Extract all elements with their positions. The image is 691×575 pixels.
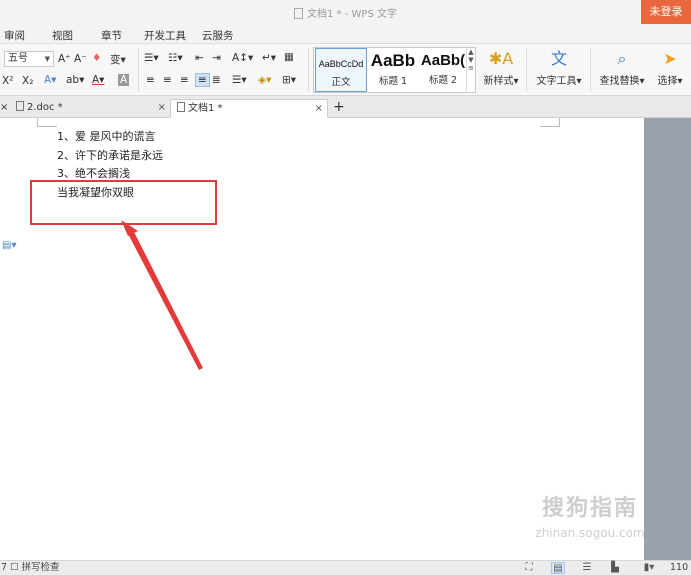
outline-view-icon[interactable]: ☰ — [580, 562, 594, 574]
menu-bar: 审阅 视图 章节 开发工具 云服务 — [0, 24, 691, 44]
spellcheck-toggle[interactable]: ☐ 拼写检查 — [10, 561, 60, 575]
subscript-icon[interactable]: X₂ — [22, 75, 33, 87]
justify-icon[interactable]: ≡ — [195, 73, 210, 87]
ribbon-toolbar: 五号 ▼ A⁺ A⁻ ♦ 变▾ X² X₂ A▾ ab▾ A▾ A ☰▾ ☷▾ … — [0, 44, 691, 96]
tab-label: 2.doc * — [27, 102, 63, 113]
document-icon — [16, 101, 24, 111]
document-icon — [294, 8, 304, 19]
document-icon — [177, 102, 185, 112]
style-name: 正文 — [331, 77, 351, 88]
bullet-list-icon[interactable]: ☰▾ — [144, 52, 159, 64]
decrease-indent-icon[interactable]: ⇤ — [195, 52, 204, 64]
fullscreen-view-icon[interactable]: ⛶ — [522, 562, 536, 574]
grow-font-icon[interactable]: A⁺ — [58, 53, 71, 65]
cursor-icon: ➤ — [663, 49, 677, 68]
superscript-icon[interactable]: X² — [2, 75, 13, 87]
status-bar: 7 ☐ 拼写检查 ⛶ ▤ ☰ ▙ ▮▾ 110 — [0, 560, 691, 575]
tab-doc-2[interactable]: 2.doc * × — [10, 99, 170, 118]
close-icon[interactable]: × — [315, 100, 323, 118]
spellcheck-label: 拼写检查 — [21, 562, 60, 573]
tab-label: 文档1 * — [188, 103, 223, 114]
ribbon-separator — [590, 48, 591, 92]
style-heading-2[interactable]: AaBb( 标题 2 — [419, 48, 467, 92]
menu-review[interactable]: 审阅 — [4, 28, 25, 43]
align-left-icon[interactable]: ≡ — [146, 74, 155, 86]
table-icon[interactable]: ▦ — [284, 51, 294, 63]
new-tab-icon[interactable]: + — [333, 99, 345, 118]
style-name: 标题 1 — [378, 76, 408, 87]
watermark-url: zhinan.sogou.com — [535, 526, 644, 540]
ribbon-separator — [308, 48, 309, 92]
ribbon-separator — [526, 48, 527, 92]
tab-close-fragment[interactable]: × — [0, 99, 8, 118]
side-panel — [644, 118, 691, 560]
align-center-icon[interactable]: ≡ — [163, 74, 172, 86]
style-preview: AaBbCcDd — [318, 59, 364, 69]
font-size-value: 五号 — [8, 53, 28, 64]
char-shading-icon[interactable]: A — [118, 74, 130, 86]
menu-chapter[interactable]: 章节 — [101, 28, 122, 43]
style-name: 标题 2 — [428, 75, 458, 86]
new-style-icon: ✱A — [488, 49, 514, 68]
clear-format-icon[interactable]: ♦ — [92, 52, 101, 64]
login-button[interactable]: 未登录 — [641, 0, 691, 24]
find-replace-icon: ⌕ — [617, 49, 627, 68]
style-preview: AaBb( — [420, 52, 466, 69]
increase-indent-icon[interactable]: ⇥ — [212, 52, 221, 64]
text-tools-label: 文字工具 — [536, 76, 577, 87]
page-indicator: 7 — [1, 562, 8, 573]
find-replace-button[interactable]: ⌕ 查找替换▾ — [597, 49, 647, 87]
menu-view[interactable]: 视图 — [52, 28, 73, 43]
phonetic-guide-icon[interactable]: 变▾ — [110, 52, 126, 67]
text-tools-button[interactable]: 文 文字工具▾ — [534, 49, 584, 87]
style-preview: AaBb — [370, 51, 416, 70]
text-tools-icon: 文 — [550, 49, 567, 68]
watermark-main: 搜狗指南 — [541, 496, 638, 521]
align-right-icon[interactable]: ≡ — [180, 74, 189, 86]
window-title-text: 文档1 * - WPS 文字 — [307, 9, 397, 20]
borders-icon[interactable]: ⊞▾ — [282, 74, 296, 86]
document-tab-bar: × 2.doc * × 文档1 * × + — [0, 96, 691, 118]
distribute-icon[interactable]: ≣ — [212, 74, 221, 86]
document-page[interactable]: 1、爱 是风中的谎言 2、许下的承诺是永远 3、绝不会搁浅 当我凝望你双眼 ▤▾… — [0, 118, 644, 560]
arrow-shaft — [125, 226, 203, 370]
select-label: 选择 — [657, 76, 678, 87]
style-normal[interactable]: AaBbCcDd 正文 — [315, 48, 367, 92]
paragraph-layout-icon[interactable]: ▤▾ — [2, 240, 16, 251]
window-title: 文档1 * - WPS 文字 — [0, 5, 691, 20]
select-button[interactable]: ➤ 选择▾ — [652, 49, 688, 87]
shading-icon[interactable]: ◈▾ — [258, 74, 271, 86]
title-bar: 文档1 * - WPS 文字 未登录 — [0, 0, 691, 24]
numbered-list-icon[interactable]: ☷▾ — [168, 52, 183, 64]
tab-document-1[interactable]: 文档1 * × — [170, 99, 328, 118]
highlight-color-icon[interactable]: ab▾ — [66, 74, 84, 86]
zoom-level[interactable]: 110 — [670, 561, 688, 575]
close-icon[interactable]: × — [158, 99, 166, 117]
find-replace-label: 查找替换 — [599, 76, 640, 87]
ribbon-separator — [138, 48, 139, 92]
watermark: 搜狗指南 zhinan.sogou.com — [512, 490, 644, 540]
new-style-label: 新样式 — [483, 76, 514, 87]
paragraph-mark-icon[interactable]: ↵▾ — [262, 52, 276, 64]
font-color-icon[interactable]: A▾ — [92, 74, 104, 86]
shrink-font-icon[interactable]: A⁻ — [74, 53, 87, 65]
chevron-down-icon: ▼ — [44, 55, 50, 63]
style-gallery-scroll[interactable]: ▲ ▼ ≡ — [466, 48, 475, 92]
text-effect-icon[interactable]: A▾ — [44, 74, 56, 86]
line-spacing-icon[interactable]: ☰▾ — [232, 74, 247, 86]
style-heading-1[interactable]: AaBb 标题 1 — [368, 48, 418, 92]
style-gallery: AaBbCcDd 正文 AaBb 标题 1 AaBb( 标题 2 ▲ ▼ ≡ — [313, 47, 476, 93]
menu-developer-tools[interactable]: 开发工具 — [144, 28, 186, 43]
reading-view-icon[interactable]: ▮▾ — [638, 562, 660, 574]
page-view-icon[interactable]: ▤ — [551, 562, 565, 574]
new-style-button[interactable]: ✱A 新样式▾ — [482, 49, 520, 87]
web-view-icon[interactable]: ▙ — [608, 562, 622, 574]
font-size-select[interactable]: 五号 ▼ — [4, 51, 54, 67]
sort-icon[interactable]: A↕▾ — [232, 52, 253, 64]
menu-cloud-service[interactable]: 云服务 — [202, 28, 234, 43]
